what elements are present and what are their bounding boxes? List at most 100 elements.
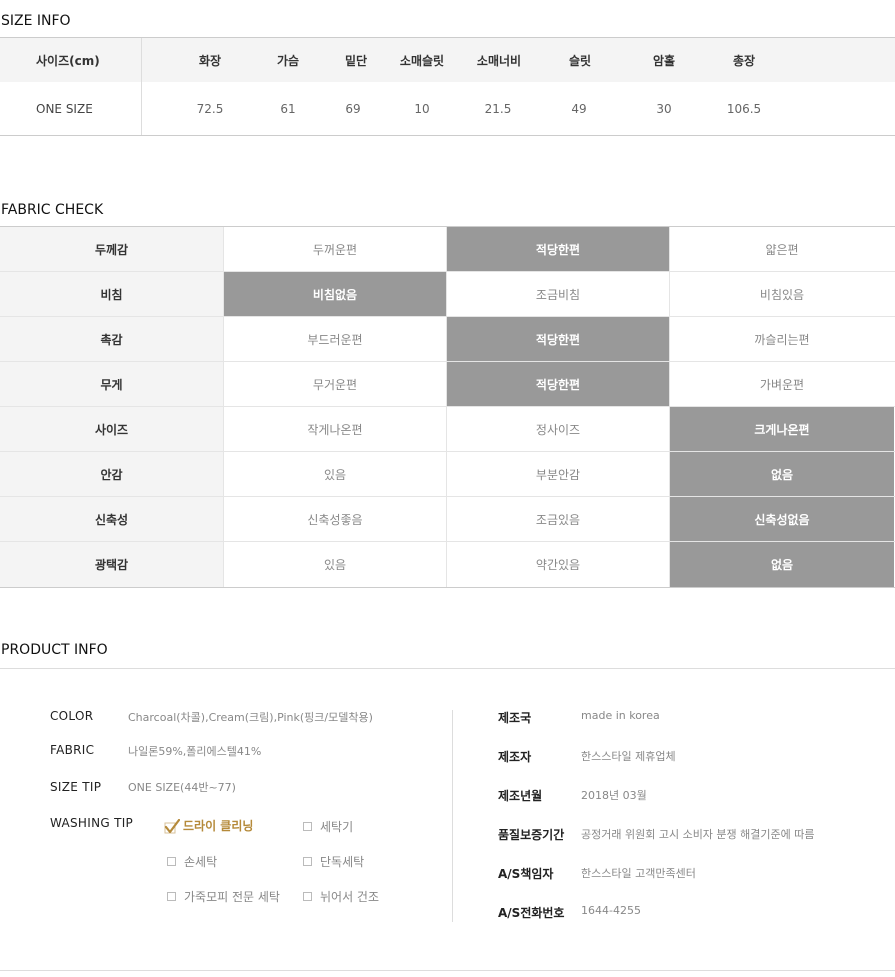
fabric-row: 무게 무거운편 적당한편 가벼운편 <box>0 362 895 407</box>
size-value: 69 <box>345 101 361 116</box>
fabric-option-selected: 적당한편 <box>447 317 670 361</box>
fabric-option: 비침있음 <box>759 287 805 302</box>
fabric-option: 신축성좋음 <box>224 497 447 541</box>
fabric-option: 약간있음 <box>447 542 670 587</box>
fabric-option-selected: 비침없음 <box>224 272 447 316</box>
fabric-row-label: 비침 <box>0 272 224 316</box>
fabric-check-title: FABRIC CHECK <box>1 202 104 218</box>
as-phone-value: 1644-4255 <box>581 904 641 917</box>
fabric-option-selected: 없음 <box>670 452 894 496</box>
fabric-option: 까슬리는편 <box>754 332 810 347</box>
checkbox-icon <box>303 857 312 866</box>
size-header-row: 사이즈(cm) 화장 가슴 밑단 소매슬릿 소매너비 슬릿 암홀 총장 <box>0 38 895 82</box>
wash-hand: 손세탁 <box>167 853 217 870</box>
size-header-first: 사이즈(cm) <box>0 38 142 82</box>
origin-value: made in korea <box>581 709 660 722</box>
size-data-row: ONE SIZE 72.5 61 69 10 21.5 49 30 106.5 <box>0 82 895 135</box>
wash-label: 가죽모피 전문 세탁 <box>184 890 280 904</box>
fabric-option: 두꺼운편 <box>224 227 447 271</box>
size-value: 10 <box>414 101 430 116</box>
color-label: COLOR <box>50 709 94 723</box>
fabric-row: 안감 있음 부분안감 없음 <box>0 452 895 497</box>
fabric-row: 촉감 부드러운편 적당한편 까슬리는편 <box>0 317 895 362</box>
date-label: 제조년월 <box>498 789 543 803</box>
fabric-option-selected: 신축성없음 <box>670 497 894 541</box>
checkbox-icon <box>303 892 312 901</box>
wash-separate: 단독세탁 <box>303 853 364 870</box>
checkbox-icon <box>167 892 176 901</box>
size-value: 49 <box>571 101 587 116</box>
wash-label: 단독세탁 <box>320 855 365 869</box>
fabric-row-label: 사이즈 <box>0 407 224 451</box>
fabric-option: 무거운편 <box>224 362 447 406</box>
size-col-header: 밑단 <box>344 53 368 68</box>
wash-lay-flat: 뉘어서 건조 <box>303 888 379 905</box>
fabric-row: 두께감 두꺼운편 적당한편 얇은편 <box>0 227 895 272</box>
fabric-option: 부드러운편 <box>224 317 447 361</box>
maker-value: 한스스타일 제휴업체 <box>581 750 676 763</box>
fabric-row: 광택감 있음 약간있음 없음 <box>0 542 895 587</box>
fabric-row-label: 신축성 <box>0 497 224 541</box>
size-value: 106.5 <box>726 101 762 116</box>
fabric-option: 조금비침 <box>447 272 670 316</box>
fabric-row: 비침 비침없음 조금비침 비침있음 <box>0 272 895 317</box>
size-value: 72.5 <box>196 101 224 116</box>
wash-label: 손세탁 <box>184 855 218 869</box>
fabric-table: 두께감 두꺼운편 적당한편 얇은편 비침 비침없음 조금비침 비침있음 촉감 부드러운편 적당한편 까… <box>0 226 895 588</box>
fabric-row: 신축성 신축성좋음 조금있음 신축성없음 <box>0 497 895 542</box>
fabric-option: 부분안감 <box>447 452 670 496</box>
fabric-row-label: 광택감 <box>0 542 224 587</box>
checkbox-icon <box>303 822 312 831</box>
warranty-label: 품질보증기간 <box>498 828 565 842</box>
fabric-option: 조금있음 <box>447 497 670 541</box>
checkmark-icon <box>164 818 181 833</box>
origin-label: 제조국 <box>498 711 532 725</box>
vertical-divider <box>452 710 453 922</box>
size-table: 사이즈(cm) 화장 가슴 밑단 소매슬릿 소매너비 슬릿 암홀 총장 ONE … <box>0 37 895 136</box>
wash-dry-cleaning: 드라이 클리닝 <box>164 817 253 834</box>
wash-label: 드라이 클리닝 <box>183 819 254 833</box>
fabric-option-selected: 크게나온편 <box>670 407 894 451</box>
size-tip-label: SIZE TIP <box>50 780 102 794</box>
fabric-value: 나일론59%,폴리에스텔41% <box>128 745 262 758</box>
size-col-header: 소매슬릿 <box>399 53 445 68</box>
wash-label: 뉘어서 건조 <box>320 890 380 904</box>
warranty-value: 공정거래 위원회 고시 소비자 분쟁 해결기준에 따름 <box>581 828 815 841</box>
size-col-header: 소매너비 <box>476 53 522 68</box>
fabric-option: 있음 <box>224 542 447 587</box>
wash-leather: 가죽모피 전문 세탁 <box>167 888 280 905</box>
as-manager-value: 한스스타일 고객만족센터 <box>581 867 696 880</box>
fabric-option-selected: 없음 <box>670 542 894 587</box>
fabric-option: 얇은편 <box>765 242 799 257</box>
fabric-option: 있음 <box>224 452 447 496</box>
maker-label: 제조자 <box>498 750 532 764</box>
color-value: Charcoal(차콜),Cream(크림),Pink(핑크/모델착용) <box>128 711 373 724</box>
fabric-row-label: 두께감 <box>0 227 224 271</box>
fabric-label: FABRIC <box>50 743 95 757</box>
fabric-option-selected: 적당한편 <box>447 227 670 271</box>
wash-washer: 세탁기 <box>303 818 353 835</box>
size-info-title: SIZE INFO <box>1 13 71 29</box>
washing-tip-label: WASHING TIP <box>50 816 134 830</box>
size-value: 30 <box>656 101 672 116</box>
product-info-title: PRODUCT INFO <box>1 642 108 658</box>
fabric-option: 정사이즈 <box>447 407 670 451</box>
size-col-header: 암홀 <box>652 53 676 68</box>
size-tip-value: ONE SIZE(44반~77) <box>128 781 236 794</box>
bottom-divider <box>0 970 895 971</box>
fabric-option-selected: 적당한편 <box>447 362 670 406</box>
as-phone-label: A/S전화번호 <box>498 906 565 920</box>
fabric-option: 작게나온편 <box>224 407 447 451</box>
size-value: 61 <box>280 101 296 116</box>
size-value: 21.5 <box>484 101 512 116</box>
fabric-row-label: 촉감 <box>0 317 224 361</box>
size-row-label: ONE SIZE <box>0 82 142 135</box>
fabric-option: 가벼운편 <box>759 377 805 392</box>
fabric-row: 사이즈 작게나온편 정사이즈 크게나온편 <box>0 407 895 452</box>
size-col-header: 가슴 <box>276 53 300 68</box>
fabric-row-label: 무게 <box>0 362 224 406</box>
fabric-row-label: 안감 <box>0 452 224 496</box>
divider <box>0 668 895 669</box>
size-col-header: 슬릿 <box>568 53 592 68</box>
as-manager-label: A/S책임자 <box>498 867 554 881</box>
